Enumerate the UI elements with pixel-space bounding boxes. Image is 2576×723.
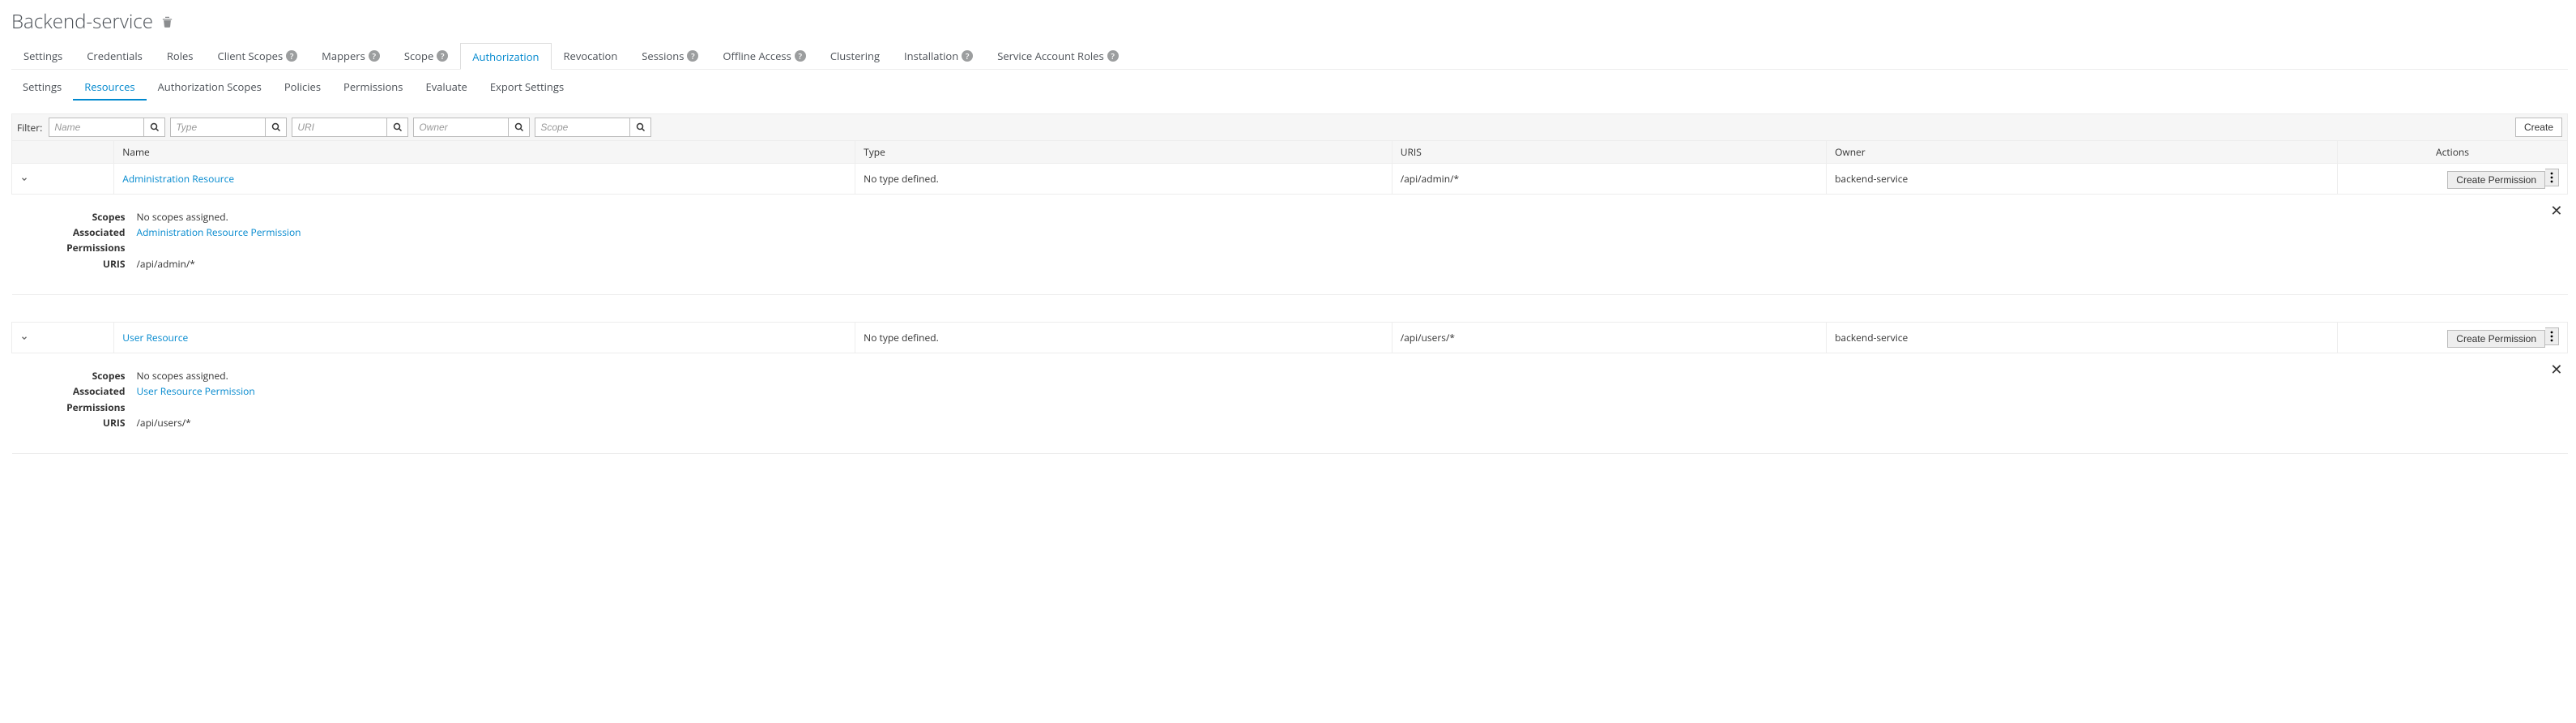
search-icon <box>150 122 160 132</box>
filter-uri-search-button[interactable] <box>387 118 408 137</box>
help-icon[interactable]: ? <box>687 50 698 62</box>
help-icon[interactable]: ? <box>962 50 973 62</box>
subtab-settings[interactable]: Settings <box>11 76 73 101</box>
tab-revocation[interactable]: Revocation <box>552 43 630 69</box>
filter-type-search-button[interactable] <box>266 118 287 137</box>
subtab-permissions[interactable]: Permissions <box>332 76 414 101</box>
tab-credentials[interactable]: Credentials <box>75 43 155 69</box>
close-icon[interactable]: ✕ <box>2550 360 2562 379</box>
cell-uris: /api/users/* <box>1392 323 1826 353</box>
subtab-policies[interactable]: Policies <box>273 76 332 101</box>
tab-client-scopes[interactable]: Client Scopes? <box>206 43 310 69</box>
subtab-export-settings[interactable]: Export Settings <box>479 76 575 101</box>
help-icon[interactable]: ? <box>795 50 806 62</box>
sub-tabs: SettingsResourcesAuthorization ScopesPol… <box>11 76 2568 101</box>
permission-link[interactable]: Administration Resource Permission <box>137 225 301 239</box>
cell-owner: backend-service <box>1827 323 2338 353</box>
search-icon <box>393 122 403 132</box>
filter-label: Filter: <box>17 121 42 135</box>
detail-uris-value: /api/admin/* <box>137 256 195 272</box>
filter-uri-input[interactable] <box>292 118 387 137</box>
tab-clustering[interactable]: Clustering <box>818 43 892 69</box>
help-icon[interactable]: ? <box>437 50 448 62</box>
filter-scope-input[interactable] <box>535 118 630 137</box>
col-name: Name <box>114 141 855 164</box>
filter-name-search-button[interactable] <box>144 118 165 137</box>
subtab-evaluate[interactable]: Evaluate <box>414 76 478 101</box>
close-icon[interactable]: ✕ <box>2550 201 2562 220</box>
trash-icon[interactable] <box>161 15 173 28</box>
cell-uris: /api/admin/* <box>1392 164 1826 195</box>
row-menu-button[interactable] <box>2545 327 2559 345</box>
tab-roles[interactable]: Roles <box>155 43 206 69</box>
row-menu-button[interactable] <box>2545 169 2559 186</box>
detail-panel: ✕ Scopes No scopes assigned. Associated Per… <box>12 353 2568 454</box>
create-permission-button[interactable]: Create Permission <box>2447 171 2545 189</box>
cell-type: No type defined. <box>855 164 1392 195</box>
tab-authorization[interactable]: Authorization <box>460 43 551 70</box>
subtab-resources[interactable]: Resources <box>73 76 146 101</box>
search-icon <box>271 122 281 132</box>
detail-uris-label: URIS <box>20 415 126 430</box>
detail-permissions-label: Associated Permissions <box>20 383 126 414</box>
primary-tabs: SettingsCredentialsRolesClient Scopes?Ma… <box>11 43 2568 70</box>
detail-uris-value: /api/users/* <box>137 415 191 430</box>
tab-offline-access[interactable]: Offline Access? <box>710 43 817 69</box>
resources-table: Name Type URIS Owner Actions Administrat… <box>11 140 2568 454</box>
filter-type-input[interactable] <box>170 118 266 137</box>
filter-scope-search-button[interactable] <box>630 118 651 137</box>
help-icon[interactable]: ? <box>369 50 380 62</box>
detail-panel: ✕ Scopes No scopes assigned. Associated Per… <box>12 195 2568 295</box>
subtab-authorization-scopes[interactable]: Authorization Scopes <box>147 76 273 101</box>
page-title: Backend-service <box>11 8 153 35</box>
resource-link[interactable]: User Resource <box>122 331 188 344</box>
detail-permissions-label: Associated Permissions <box>20 225 126 255</box>
tab-installation[interactable]: Installation? <box>892 43 985 69</box>
expand-toggle[interactable] <box>12 164 114 195</box>
search-icon <box>514 122 524 132</box>
detail-scopes-value: No scopes assigned. <box>137 209 228 225</box>
tab-service-account-roles[interactable]: Service Account Roles? <box>985 43 1131 69</box>
resource-link[interactable]: Administration Resource <box>122 172 234 186</box>
permission-link[interactable]: User Resource Permission <box>137 384 255 398</box>
filter-owner-search-button[interactable] <box>509 118 530 137</box>
detail-scopes-label: Scopes <box>20 209 126 225</box>
filter-bar: Filter: Create <box>11 113 2568 140</box>
help-icon[interactable]: ? <box>286 50 297 62</box>
create-button[interactable]: Create <box>2515 118 2562 137</box>
help-icon[interactable]: ? <box>1107 50 1119 62</box>
filter-owner-input[interactable] <box>413 118 509 137</box>
cell-type: No type defined. <box>855 323 1392 353</box>
cell-owner: backend-service <box>1827 164 2338 195</box>
col-actions: Actions <box>2338 141 2568 164</box>
filter-name-input[interactable] <box>49 118 144 137</box>
create-permission-button[interactable]: Create Permission <box>2447 330 2545 348</box>
table-row: Administration Resource No type defined./… <box>12 164 2568 195</box>
tab-scope[interactable]: Scope? <box>392 43 460 69</box>
table-row: User Resource No type defined./api/users/… <box>12 323 2568 353</box>
tab-settings[interactable]: Settings <box>11 43 75 69</box>
search-icon <box>636 122 646 132</box>
tab-mappers[interactable]: Mappers? <box>309 43 392 69</box>
col-type: Type <box>855 141 1392 164</box>
tab-sessions[interactable]: Sessions? <box>629 43 710 69</box>
detail-scopes-label: Scopes <box>20 368 126 383</box>
detail-scopes-value: No scopes assigned. <box>137 368 228 383</box>
col-owner: Owner <box>1827 141 2338 164</box>
detail-uris-label: URIS <box>20 256 126 272</box>
col-uris: URIS <box>1392 141 1826 164</box>
expand-toggle[interactable] <box>12 323 114 353</box>
